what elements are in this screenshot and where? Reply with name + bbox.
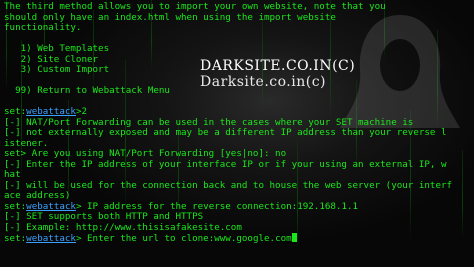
line-text: [-] Example: http://www.thisisafakesite.… bbox=[4, 221, 242, 233]
output-line: [-] not externally exposed and may be a … bbox=[4, 127, 472, 139]
command-input[interactable]: > Enter the url to clone:www.google.com bbox=[76, 233, 292, 244]
prompt-line: set:webattack> Enter the url to clone:ww… bbox=[4, 233, 472, 244]
line-text: [-] will be used for the connection back… bbox=[4, 179, 453, 191]
prompt-text: > IP address for the reverse connection:… bbox=[75, 200, 359, 212]
line-text: 3) Custom Import bbox=[4, 64, 110, 75]
output-line: 3) Custom Import bbox=[4, 64, 472, 76]
output-line: [-] Example: http://www.thisisafakesite.… bbox=[4, 221, 472, 234]
line-text: should only have an index.html when usin… bbox=[4, 11, 336, 23]
line-text: set> Are you using NAT/Port Forwarding [… bbox=[4, 148, 287, 159]
output-line: functionality. bbox=[4, 22, 472, 34]
output-line: [-] Enter the IP address of your interfa… bbox=[4, 158, 472, 171]
line-text: [-] not externally exposed and may be a … bbox=[4, 127, 447, 138]
prompt-name: set bbox=[4, 106, 21, 117]
prompt-name: set bbox=[4, 233, 21, 244]
line-text: functionality. bbox=[4, 22, 82, 33]
prompt-context: webattack bbox=[26, 106, 76, 117]
output-line: 99) Return to Webattack Menu bbox=[4, 85, 472, 97]
line-text: hat bbox=[4, 169, 21, 180]
line-text: istener. bbox=[4, 137, 49, 149]
line-text: The third method allows you to import yo… bbox=[4, 2, 386, 12]
prompt-context: webattack bbox=[26, 200, 76, 212]
terminal-output[interactable]: The third method allows you to import yo… bbox=[4, 2, 472, 267]
line-text: 2) Site Cloner bbox=[4, 53, 99, 65]
line-text: 99) Return to Webattack Menu bbox=[4, 85, 170, 96]
text-cursor bbox=[291, 233, 297, 242]
prompt-name: set bbox=[4, 200, 21, 212]
line-text: [-] Enter the IP address of your interfa… bbox=[4, 158, 447, 170]
output-line: [-] will be used for the connection back… bbox=[4, 179, 472, 192]
line-text: ace address) bbox=[4, 190, 71, 201]
line-text: [-] SET supports both HTTP and HTTPS bbox=[4, 211, 204, 222]
line-text: [-] NAT/Port Forwarding can be used in t… bbox=[4, 116, 414, 128]
prompt-context: webattack bbox=[26, 233, 76, 244]
prompt-text: >2 bbox=[75, 106, 88, 117]
line-text: 1) Web Templates bbox=[4, 43, 110, 54]
